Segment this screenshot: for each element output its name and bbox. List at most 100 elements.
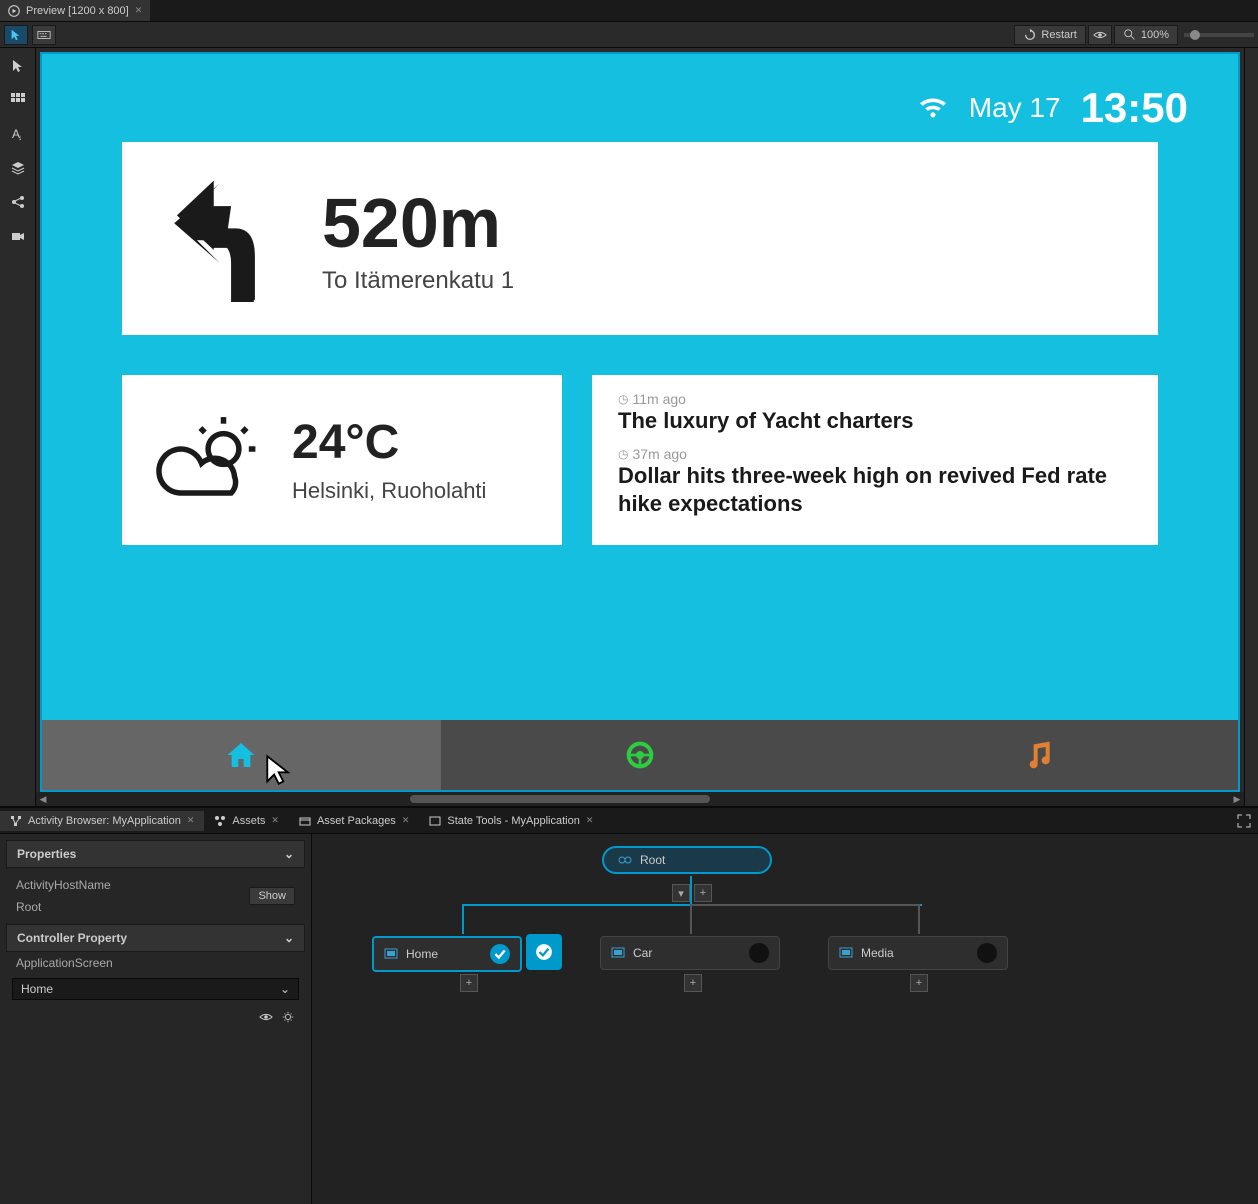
music-icon	[1023, 739, 1055, 771]
restart-label: Restart	[1041, 29, 1076, 41]
screen-icon	[611, 946, 625, 960]
weather-card[interactable]: 24°C Helsinki, Ruoholahti	[122, 375, 562, 545]
news-title: Dollar hits three-week high on revived F…	[618, 462, 1132, 519]
add-button[interactable]: +	[910, 974, 928, 992]
state-indicator	[977, 943, 997, 963]
state-icon	[429, 815, 441, 827]
news-title: The luxury of Yacht charters	[618, 407, 1132, 436]
chevron-down-icon: ⌄	[284, 931, 294, 945]
layers-tool[interactable]	[6, 156, 30, 180]
properties-header[interactable]: Properties ⌄	[6, 840, 305, 868]
zoom-readout: 100%	[1141, 29, 1169, 41]
share-tool[interactable]	[6, 190, 30, 214]
preview-tab[interactable]: Preview [1200 x 800] ✕	[0, 0, 150, 21]
arrow-tool[interactable]	[6, 54, 30, 78]
controller-header[interactable]: Controller Property ⌄	[6, 924, 305, 952]
root-icon	[618, 853, 632, 867]
eye-icon	[1093, 28, 1107, 42]
window-tabbar: Preview [1200 x 800] ✕	[0, 0, 1258, 22]
zoom-slider[interactable]	[1184, 33, 1254, 37]
nav-home[interactable]	[42, 720, 441, 790]
restart-icon	[1023, 28, 1037, 42]
bottom-tabbar: Activity Browser: MyApplication✕ Assets✕…	[0, 808, 1258, 834]
navigation-card[interactable]: 520m To Itämerenkatu 1	[122, 142, 1158, 335]
text-tool[interactable]: A↓	[6, 122, 30, 146]
eye-icon[interactable]	[259, 1010, 273, 1027]
chevron-down-icon: ⌄	[284, 847, 294, 861]
app-screen-select[interactable]: Home ⌄	[12, 978, 299, 1000]
visibility-toggle[interactable]	[1088, 25, 1112, 45]
tab-asset-packages[interactable]: Asset Packages✕	[289, 811, 419, 831]
close-icon[interactable]: ✕	[402, 815, 410, 826]
news-card[interactable]: 11m ago The luxury of Yacht charters 37m…	[592, 375, 1158, 545]
camera-tool[interactable]	[6, 224, 30, 248]
close-icon[interactable]: ✕	[135, 5, 143, 16]
play-icon	[8, 5, 20, 17]
tree-icon	[10, 815, 22, 827]
status-date: May 17	[969, 92, 1061, 124]
home-icon	[225, 739, 257, 771]
steering-icon	[624, 739, 656, 771]
expand-icon[interactable]	[1236, 813, 1252, 829]
nav-media[interactable]	[839, 720, 1238, 790]
add-button[interactable]: +	[460, 974, 478, 992]
restart-button[interactable]: Restart	[1014, 25, 1085, 45]
tab-activity-browser[interactable]: Activity Browser: MyApplication✕	[0, 811, 204, 831]
state-indicator	[749, 943, 769, 963]
tab-title: Preview [1200 x 800]	[26, 5, 129, 17]
news-item: 37m ago Dollar hits three-week high on r…	[618, 446, 1132, 519]
close-icon[interactable]: ✕	[586, 815, 594, 826]
news-time: 11m ago	[618, 391, 1132, 407]
turn-left-icon	[162, 172, 272, 305]
properties-panel: Properties ⌄ ActivityHostName Root Show …	[0, 834, 312, 1204]
assets-icon	[214, 815, 226, 827]
collapse-button[interactable]: ▾	[672, 884, 690, 902]
tab-assets[interactable]: Assets✕	[204, 811, 289, 831]
add-button[interactable]: +	[694, 884, 712, 902]
tab-state-tools[interactable]: State Tools - MyApplication✕	[419, 811, 603, 831]
mouse-cursor-icon	[265, 754, 297, 786]
weather-temp: 24°C	[292, 415, 486, 470]
pointer-tool[interactable]	[4, 25, 28, 45]
news-item: 11m ago The luxury of Yacht charters	[618, 391, 1132, 436]
preview-canvas: May 17 13:50 520m To Itämerenkatu 1	[42, 54, 1238, 790]
status-bar: May 17 13:50	[42, 54, 1238, 142]
close-icon[interactable]: ✕	[271, 815, 279, 826]
node-active-indicator[interactable]	[526, 934, 562, 970]
activity-graph[interactable]: Root ▾ + Home + Car	[312, 834, 1258, 1204]
nav-distance: 520m	[322, 183, 514, 263]
activity-host-value: Root	[16, 896, 121, 918]
nav-destination: To Itämerenkatu 1	[322, 267, 514, 295]
chevron-down-icon: ⌄	[280, 982, 290, 996]
right-gutter	[1244, 48, 1258, 806]
app-screen-label: ApplicationScreen	[6, 952, 305, 974]
screen-icon	[384, 947, 398, 961]
weather-icon	[152, 410, 262, 510]
nav-car[interactable]	[441, 720, 840, 790]
horizontal-scrollbar[interactable]: ◀▶	[36, 792, 1244, 806]
node-car[interactable]: Car	[600, 936, 780, 970]
preview-toolbar: Restart 100%	[0, 22, 1258, 48]
bottom-nav	[42, 720, 1238, 790]
node-root[interactable]: Root	[602, 846, 772, 874]
add-button[interactable]: +	[684, 974, 702, 992]
zoom-control[interactable]: 100%	[1114, 25, 1178, 45]
grid-tool[interactable]	[6, 88, 30, 112]
screen-icon	[839, 946, 853, 960]
news-time: 37m ago	[618, 446, 1132, 462]
close-icon[interactable]: ✕	[187, 815, 195, 826]
gear-icon[interactable]	[281, 1010, 295, 1027]
magnify-icon	[1123, 28, 1137, 42]
activity-host-label: ActivityHostName	[16, 874, 121, 896]
node-home[interactable]: Home	[372, 936, 522, 972]
wifi-icon	[917, 94, 949, 123]
show-button[interactable]: Show	[249, 887, 295, 905]
left-toolbar: A↓	[0, 48, 36, 806]
check-icon	[490, 944, 510, 964]
package-icon	[299, 815, 311, 827]
weather-location: Helsinki, Ruoholahti	[292, 478, 486, 504]
keyboard-tool[interactable]	[32, 25, 56, 45]
node-media[interactable]: Media	[828, 936, 1008, 970]
status-time: 13:50	[1081, 84, 1188, 132]
svg-text:↓: ↓	[18, 133, 22, 142]
